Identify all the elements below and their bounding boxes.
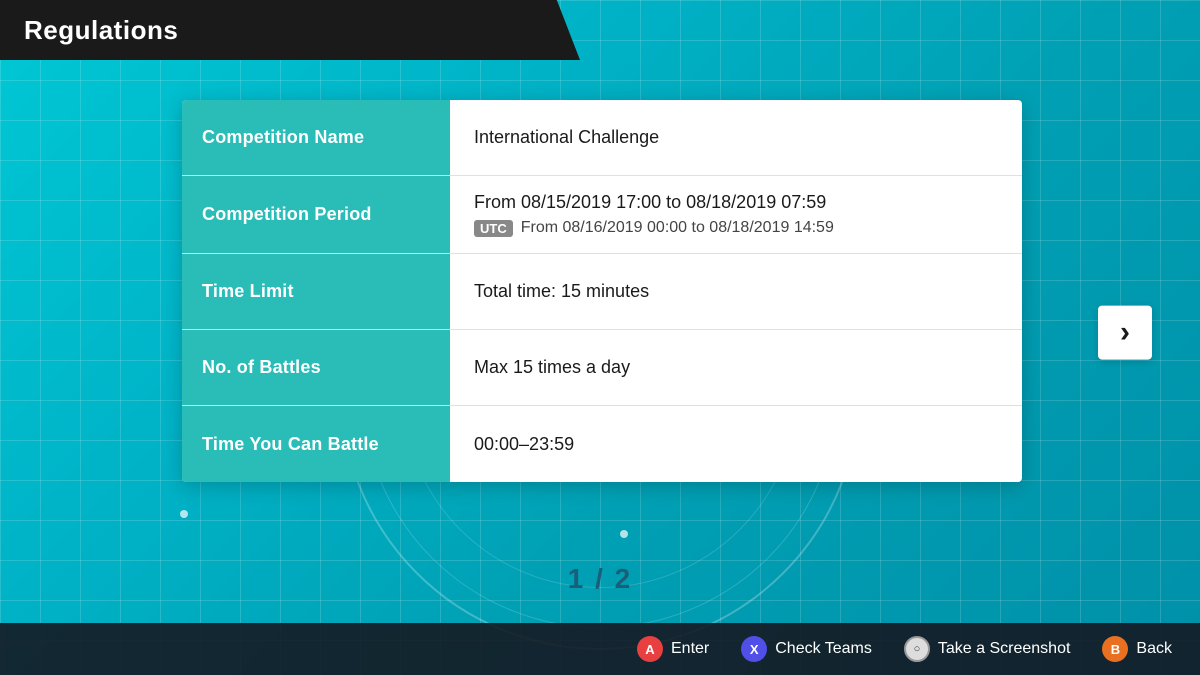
content-card: Competition Name International Challenge… xyxy=(182,100,1022,482)
x-button: X xyxy=(741,636,767,662)
time-limit-row: Time Limit Total time: 15 minutes xyxy=(182,254,1022,330)
period-utc-time: From 08/16/2019 00:00 to 08/18/2019 14:5… xyxy=(521,219,834,237)
battles-value: Max 15 times a day xyxy=(450,330,1022,405)
utc-badge: UTC xyxy=(474,220,513,237)
period-main-time: From 08/15/2019 17:00 to 08/18/2019 07:5… xyxy=(474,192,998,213)
o-button: ○ xyxy=(904,636,930,662)
competition-name-value: International Challenge xyxy=(450,100,1022,175)
back-label: Back xyxy=(1136,640,1172,658)
screenshot-label: Take a Screenshot xyxy=(938,640,1071,658)
back-action[interactable]: B Back xyxy=(1102,636,1172,662)
battle-time-row: Time You Can Battle 00:00–23:59 xyxy=(182,406,1022,482)
page-title: Regulations xyxy=(24,15,178,46)
period-utc-row: UTC From 08/16/2019 00:00 to 08/18/2019 … xyxy=(474,219,998,237)
competition-name-label: Competition Name xyxy=(182,100,450,175)
competition-period-label: Competition Period xyxy=(182,176,450,253)
enter-action[interactable]: A Enter xyxy=(637,636,709,662)
decorative-dot xyxy=(180,510,188,518)
page-indicator: 1 / 2 xyxy=(568,563,632,595)
battle-time-label: Time You Can Battle xyxy=(182,406,450,482)
screenshot-action[interactable]: ○ Take a Screenshot xyxy=(904,636,1071,662)
bottom-bar: A Enter X Check Teams ○ Take a Screensho… xyxy=(0,623,1200,675)
b-button: B xyxy=(1102,636,1128,662)
title-bar: Regulations xyxy=(0,0,580,60)
a-button: A xyxy=(637,636,663,662)
time-limit-value: Total time: 15 minutes xyxy=(450,254,1022,329)
battles-label: No. of Battles xyxy=(182,330,450,405)
competition-period-row: Competition Period From 08/15/2019 17:00… xyxy=(182,176,1022,254)
chevron-right-icon: › xyxy=(1120,315,1130,349)
time-limit-label: Time Limit xyxy=(182,254,450,329)
check-teams-label: Check Teams xyxy=(775,640,872,658)
battles-row: No. of Battles Max 15 times a day xyxy=(182,330,1022,406)
competition-period-value: From 08/15/2019 17:00 to 08/18/2019 07:5… xyxy=(450,176,1022,253)
next-arrow-button[interactable]: › xyxy=(1098,305,1152,359)
check-teams-action[interactable]: X Check Teams xyxy=(741,636,872,662)
decorative-dot xyxy=(620,530,628,538)
enter-label: Enter xyxy=(671,640,709,658)
battle-time-value: 00:00–23:59 xyxy=(450,406,1022,482)
competition-name-row: Competition Name International Challenge xyxy=(182,100,1022,176)
